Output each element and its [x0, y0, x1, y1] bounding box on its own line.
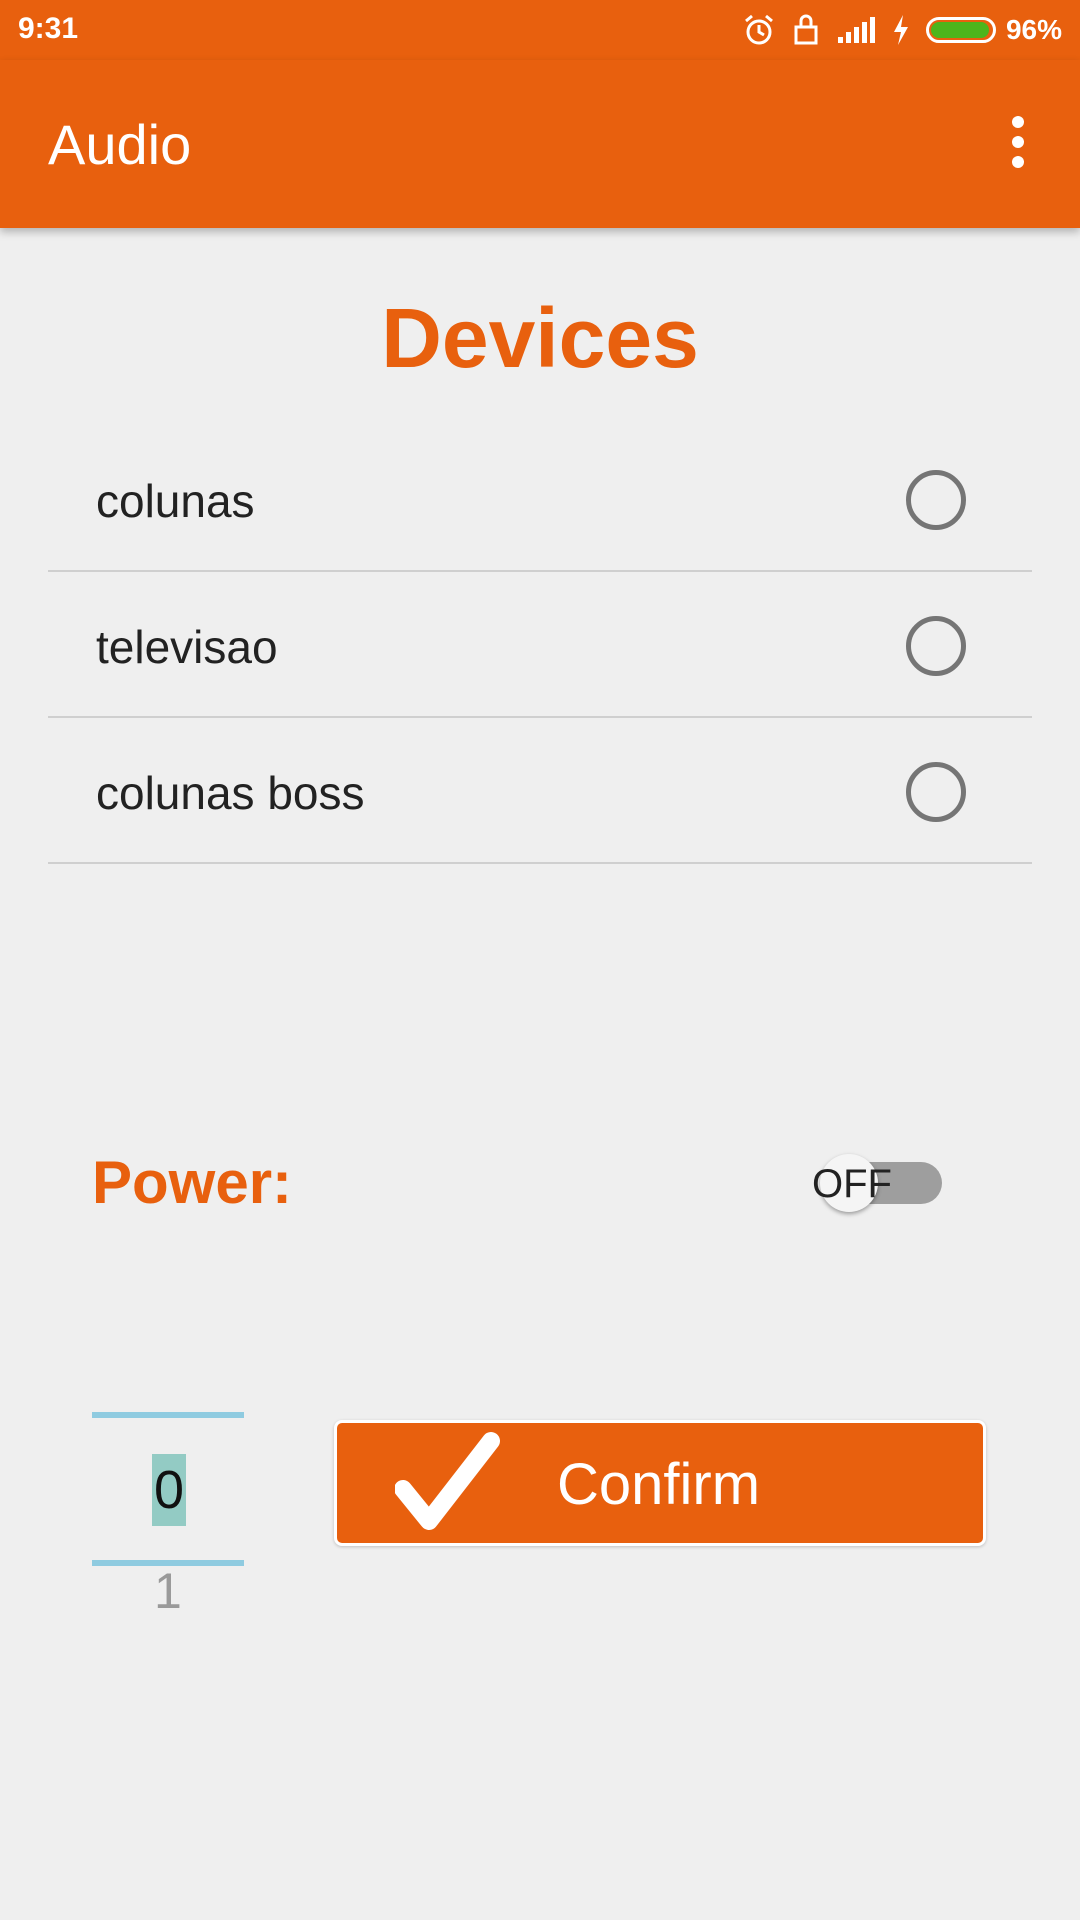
app-bar: Audio	[0, 60, 1080, 228]
more-vert-icon[interactable]	[986, 110, 1050, 174]
status-icons: 96%	[742, 10, 1062, 50]
number-picker[interactable]: 0 1	[92, 1412, 244, 1619]
confirm-label: Confirm	[557, 1452, 761, 1517]
power-toggle[interactable]: OFF	[812, 1154, 944, 1212]
device-label: televisao	[96, 621, 278, 673]
confirm-button[interactable]: Confirm	[334, 1420, 986, 1546]
charging-icon	[893, 15, 908, 45]
power-label: Power:	[92, 1149, 293, 1216]
app-title: Audio	[48, 113, 192, 176]
battery-icon	[925, 17, 996, 43]
status-bar: 9:31 96%	[0, 0, 1080, 60]
picker-divider-top	[92, 1412, 244, 1418]
device-radio[interactable]	[906, 616, 966, 676]
checkmark-icon	[395, 1432, 500, 1530]
battery-level	[930, 22, 989, 38]
alarm-icon	[744, 14, 773, 45]
device-radio[interactable]	[906, 470, 966, 530]
devices-title: Devices	[381, 291, 699, 385]
device-row-televisao[interactable]: televisao	[48, 572, 1032, 718]
device-list: colunas televisao colunas boss	[48, 426, 1032, 864]
device-row-colunas-boss[interactable]: colunas boss	[48, 718, 1032, 864]
battery: 96%	[925, 14, 1062, 46]
status-time: 9:31	[18, 12, 79, 45]
toggle-text: OFF	[812, 1162, 892, 1206]
picker-next-value[interactable]: 1	[154, 1562, 182, 1620]
lock-icon	[794, 14, 818, 45]
picker-current-value[interactable]: 0	[152, 1454, 187, 1526]
device-radio[interactable]	[906, 762, 966, 822]
device-label: colunas boss	[96, 767, 365, 819]
battery-percent: 96%	[1005, 14, 1062, 45]
device-row-colunas[interactable]: colunas	[48, 426, 1032, 572]
signal-icon	[837, 17, 875, 43]
device-label: colunas	[96, 475, 255, 527]
